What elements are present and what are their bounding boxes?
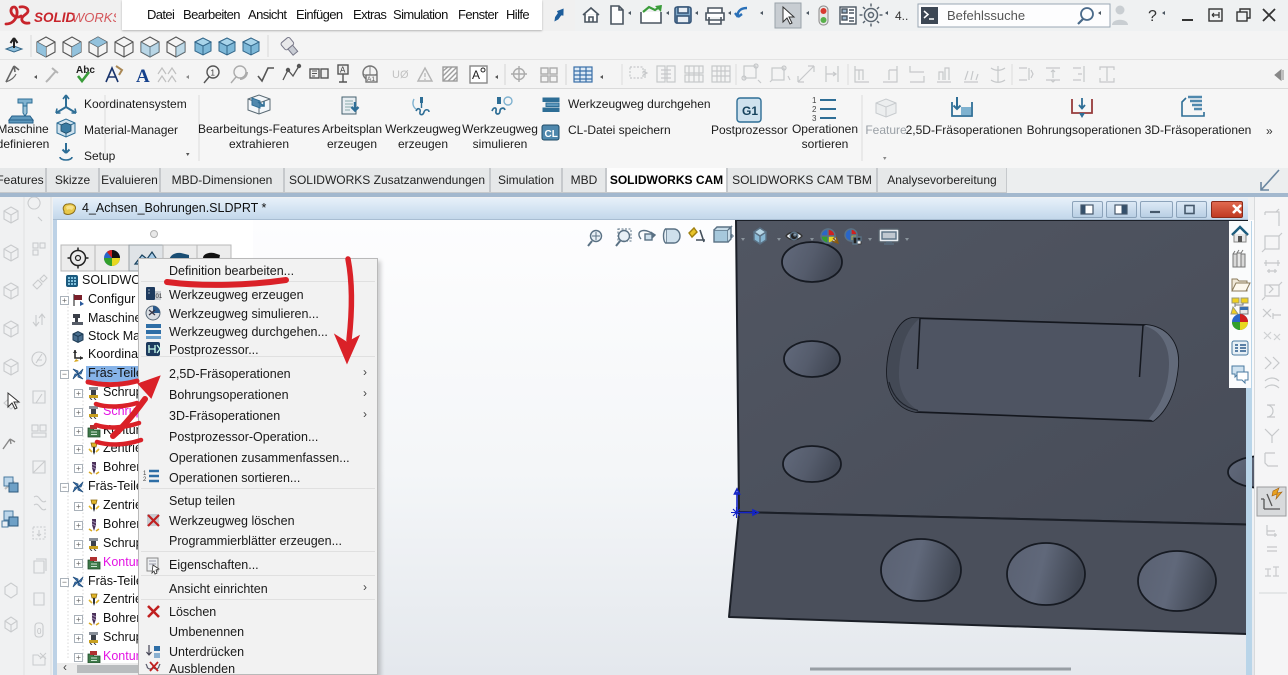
- svg-text:4..: 4..: [895, 9, 908, 23]
- svg-text:2: 2: [812, 105, 817, 114]
- svg-text:WORKS: WORKS: [72, 10, 116, 25]
- svg-text:CL: CL: [545, 129, 558, 140]
- svg-text:01: 01: [156, 294, 163, 300]
- svg-text:A: A: [472, 68, 480, 82]
- svg-text:»: »: [1266, 124, 1273, 138]
- svg-text:G1: G1: [742, 104, 758, 118]
- svg-text:A: A: [340, 66, 346, 75]
- svg-text:1: 1: [211, 69, 216, 78]
- svg-text:2: 2: [143, 477, 147, 483]
- svg-text:SOLID: SOLID: [34, 10, 76, 25]
- svg-text:UØ: UØ: [392, 69, 409, 81]
- svg-text:A: A: [136, 66, 150, 87]
- svg-text:A1: A1: [367, 76, 375, 83]
- svg-text:0: 0: [37, 627, 42, 636]
- svg-text:Befehlssuche: Befehlssuche: [947, 8, 1025, 23]
- svg-text:1: 1: [812, 96, 817, 105]
- svg-text:?: ?: [1148, 8, 1157, 25]
